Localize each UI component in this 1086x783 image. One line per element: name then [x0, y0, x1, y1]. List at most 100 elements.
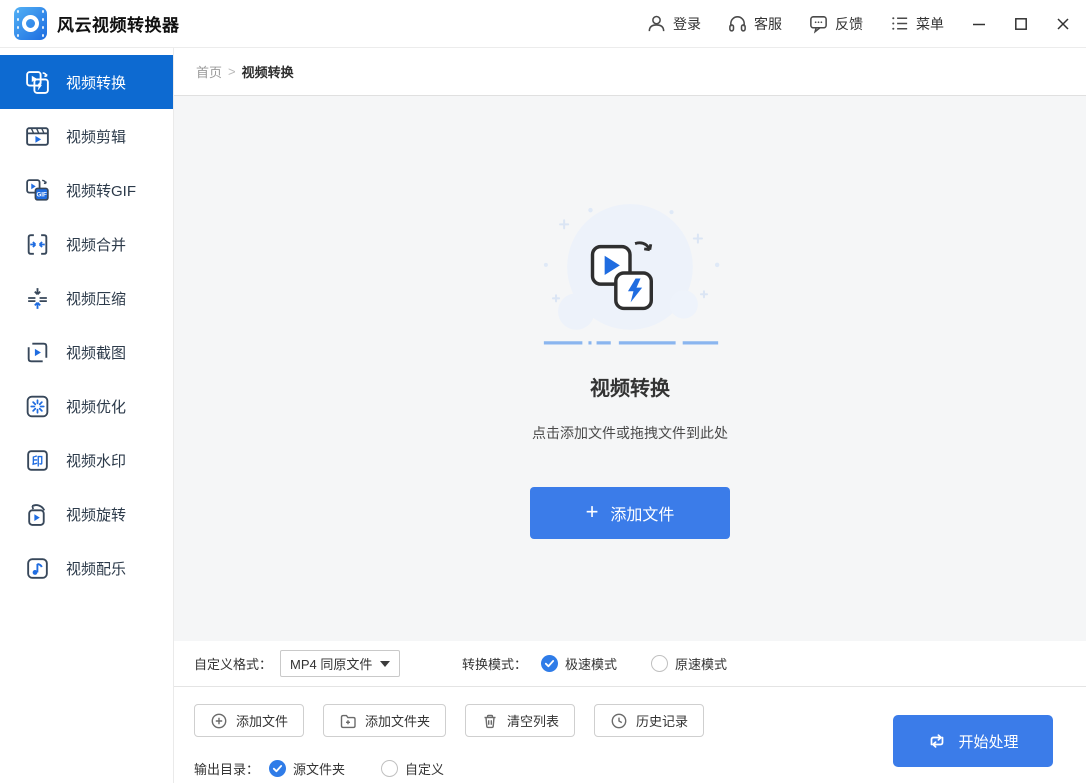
normal-mode-label: 原速模式: [675, 657, 728, 672]
convert-illustration: [543, 204, 720, 345]
sidebar-item-label: 视频剪辑: [66, 128, 127, 146]
video-convert-icon: [26, 70, 49, 94]
minimize-button[interactable]: [970, 15, 988, 33]
chevron-down-icon: [380, 660, 391, 667]
add-files-primary-label: 添加文件: [610, 507, 675, 524]
source-folder-radio[interactable]: 源文件夹: [269, 759, 345, 778]
close-button[interactable]: [1054, 15, 1072, 33]
sidebar-item-label: 视频截图: [66, 344, 127, 362]
radio-unchecked-icon: [651, 655, 669, 672]
settings-row: 自定义格式： MP4 同原文件 转换模式： 极速模式 原速模式: [174, 641, 1086, 687]
file-drop-zone[interactable]: 视频转换 点击添加文件或拖拽文件到此处 + 添加文件: [174, 96, 1086, 641]
start-processing-label: 开始处理: [958, 733, 1019, 751]
sidebar-item-label: 视频水印: [66, 452, 127, 470]
fast-mode-label: 极速模式: [565, 657, 618, 672]
sidebar-item-label: 视频优化: [66, 398, 127, 416]
format-label: 自定义格式：: [194, 657, 273, 672]
trash-icon: [484, 714, 496, 728]
radio-unchecked-icon: [381, 760, 399, 777]
svg-text:印: 印: [32, 455, 43, 468]
add-folder-button[interactable]: 添加文件夹: [323, 704, 447, 737]
menu-label: 菜单: [916, 15, 944, 32]
add-file-button[interactable]: 添加文件: [194, 704, 305, 737]
sidebar-item-video-music[interactable]: 视频配乐: [0, 541, 173, 595]
user-icon: [648, 15, 665, 32]
video-screenshot-icon: [27, 342, 48, 362]
breadcrumb-home[interactable]: 首页: [196, 62, 222, 81]
menu-button[interactable]: 菜单: [889, 13, 944, 34]
support-label: 客服: [754, 15, 782, 32]
clear-list-button[interactable]: 清空列表: [465, 704, 576, 737]
add-folder-label: 添加文件夹: [365, 714, 431, 729]
sidebar-item-video-screenshot[interactable]: 视频截图: [0, 325, 173, 379]
radio-checked-icon: [541, 655, 559, 672]
video-music-icon: [27, 557, 48, 579]
video-optimize-icon: [26, 395, 49, 417]
folder-add-icon: [340, 714, 356, 728]
add-file-label: 添加文件: [236, 714, 289, 729]
video-edit-icon: [26, 126, 49, 146]
titlebar: 风云视频转换器 登录 客服 反馈 菜单: [0, 0, 1086, 48]
video-to-gif-icon: GIF: [26, 178, 49, 201]
breadcrumb-current: 视频转换: [241, 65, 294, 80]
minimize-icon: [973, 23, 985, 25]
menu-icon: [892, 17, 908, 30]
normal-mode-radio[interactable]: 原速模式: [651, 654, 727, 673]
clear-list-label: 清空列表: [507, 714, 560, 729]
start-processing-button[interactable]: 开始处理: [893, 715, 1053, 767]
history-label: 历史记录: [636, 714, 689, 729]
sidebar-item-label: 视频压缩: [66, 290, 127, 308]
login-label: 登录: [673, 15, 701, 32]
sidebar-item-label: 视频转GIF: [66, 182, 136, 200]
headset-icon: [729, 16, 746, 32]
plus-icon: +: [585, 499, 599, 524]
output-directory-label: 输出目录：: [194, 762, 260, 777]
sidebar-item-video-convert[interactable]: 视频转换: [0, 55, 173, 109]
sidebar-item-video-edit[interactable]: 视频剪辑: [0, 109, 173, 163]
fast-mode-radio[interactable]: 极速模式: [541, 654, 617, 673]
sidebar: 视频转换 视频剪辑 GIF 视频转GIF 视频合并 视频压缩 视频截图 视频优化…: [0, 48, 174, 783]
add-circle-icon: [211, 713, 227, 728]
maximize-button[interactable]: [1012, 15, 1030, 33]
video-rotate-icon: [28, 503, 46, 526]
sidebar-item-video-compress[interactable]: 视频压缩: [0, 271, 173, 325]
dropzone-hint: 点击添加文件或拖拽文件到此处: [532, 425, 728, 441]
video-merge-icon: [27, 233, 48, 255]
support-button[interactable]: 客服: [727, 13, 782, 34]
feedback-label: 反馈: [835, 15, 863, 32]
convert-mode-label: 转换模式：: [462, 657, 528, 672]
svg-text:GIF: GIF: [36, 191, 47, 198]
login-button[interactable]: 登录: [646, 13, 701, 34]
feedback-button[interactable]: 反馈: [808, 13, 863, 34]
sidebar-item-video-watermark[interactable]: 印 视频水印: [0, 433, 173, 487]
app-title: 风云视频转换器: [57, 16, 180, 35]
app-logo-icon: [14, 7, 47, 40]
process-loop-icon: [931, 734, 944, 748]
add-files-primary-button[interactable]: + 添加文件: [530, 487, 730, 539]
history-clock-icon: [611, 713, 627, 728]
source-folder-label: 源文件夹: [293, 762, 346, 777]
video-watermark-icon: 印: [27, 449, 48, 471]
close-icon: [1057, 17, 1069, 30]
dropzone-title: 视频转换: [590, 378, 670, 400]
breadcrumb: 首页 > 视频转换: [174, 48, 1086, 96]
custom-folder-radio[interactable]: 自定义: [381, 759, 444, 778]
sidebar-item-video-rotate[interactable]: 视频旋转: [0, 487, 173, 541]
feedback-icon: [810, 16, 827, 34]
breadcrumb-separator: >: [228, 64, 236, 79]
sidebar-item-label: 视频合并: [66, 236, 127, 254]
maximize-icon: [1015, 17, 1027, 30]
sidebar-item-label: 视频配乐: [66, 560, 127, 578]
format-select[interactable]: MP4 同原文件: [280, 650, 401, 677]
bottom-bar: 添加文件 添加文件夹 清空列表 历史记录 输出目录： 源文件夹 自定义 开始处理: [174, 687, 1086, 783]
sidebar-item-label: 视频旋转: [66, 506, 127, 524]
sidebar-item-label: 视频转换: [66, 74, 127, 92]
radio-checked-icon: [269, 760, 287, 777]
format-selected-value: MP4 同原文件: [290, 657, 373, 672]
sidebar-item-video-merge[interactable]: 视频合并: [0, 217, 173, 271]
custom-folder-label: 自定义: [405, 762, 445, 777]
sidebar-item-video-optimize[interactable]: 视频优化: [0, 379, 173, 433]
sidebar-item-video-to-gif[interactable]: GIF 视频转GIF: [0, 163, 173, 217]
history-button[interactable]: 历史记录: [594, 704, 705, 737]
video-compress-icon: [28, 287, 47, 309]
